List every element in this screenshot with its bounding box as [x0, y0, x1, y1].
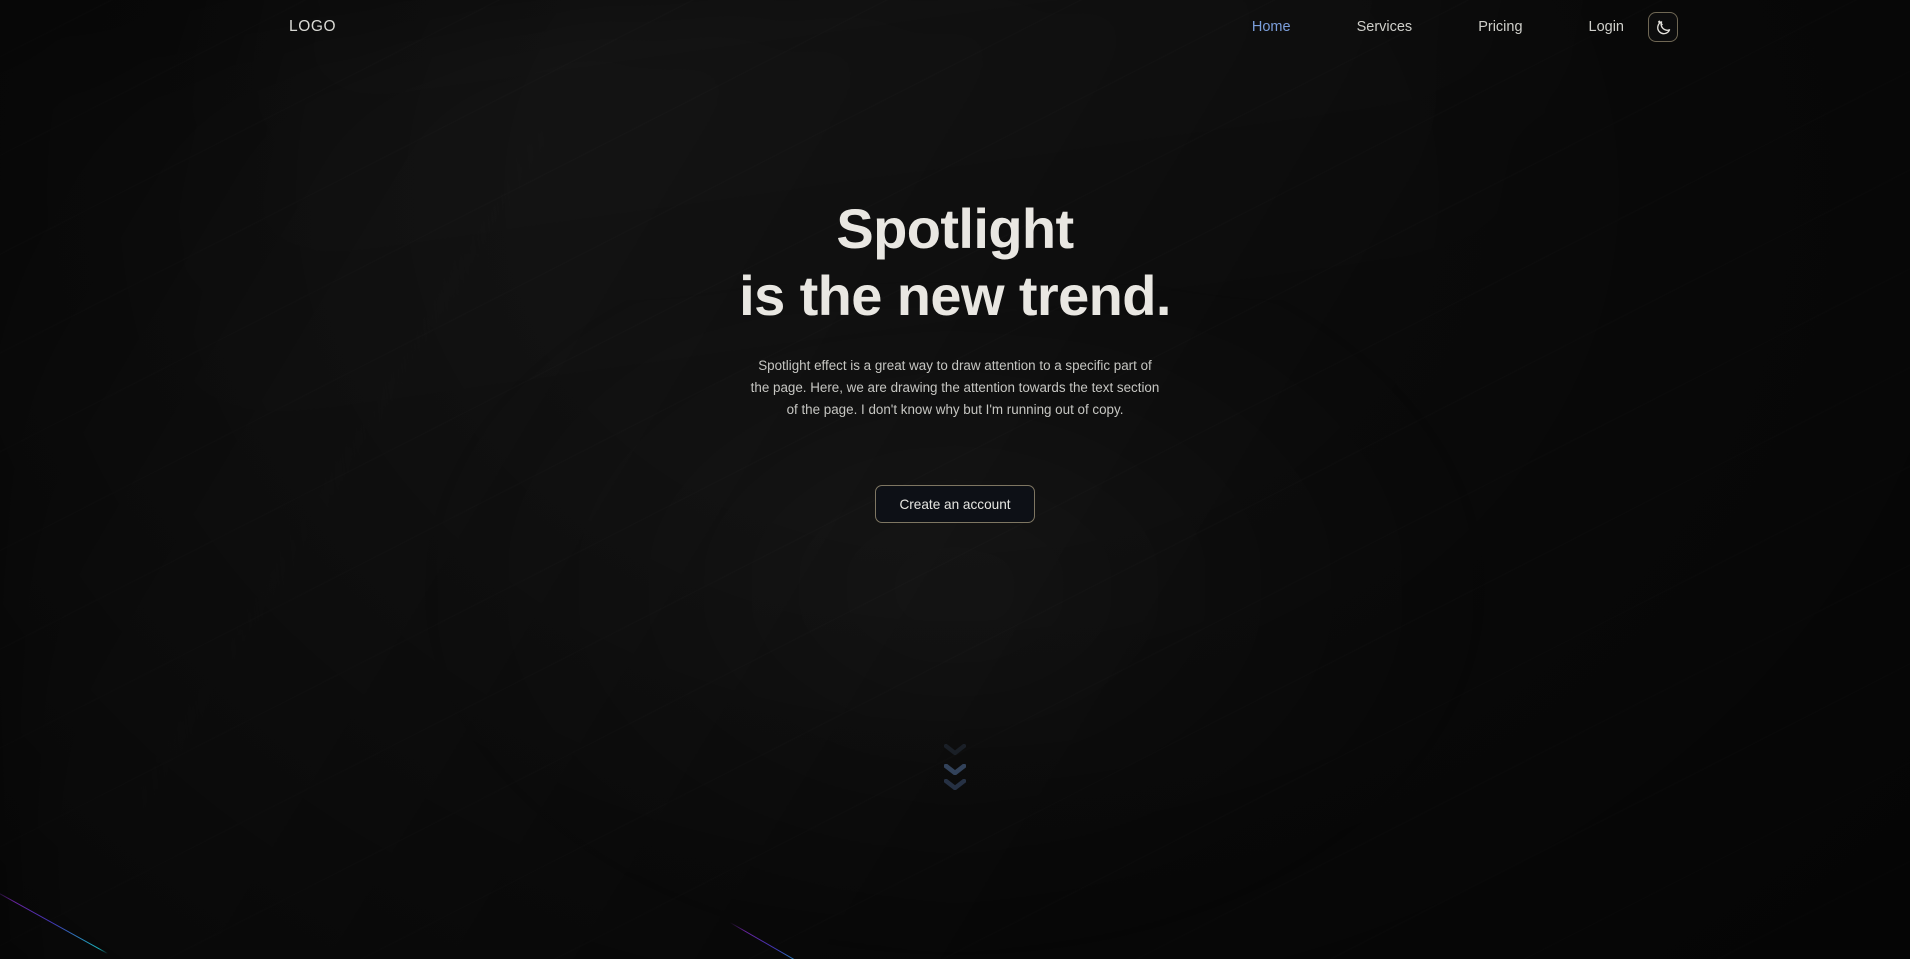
nav-link-login[interactable]: Login	[1589, 13, 1624, 41]
hero-description: Spotlight effect is a great way to draw …	[750, 358, 1160, 417]
theme-toggle-button[interactable]	[1648, 12, 1678, 42]
logo[interactable]: LOGO	[289, 18, 336, 36]
nav-links-group: Home Services Pricing Login	[1252, 12, 1678, 42]
nav-link-home[interactable]: Home	[1252, 13, 1291, 41]
page-root: LOGO Home Services Pricing Login Spotlig…	[0, 0, 1910, 959]
headline-line-1: Spotlight	[836, 197, 1074, 260]
nav-link-pricing[interactable]: Pricing	[1478, 13, 1522, 41]
top-navigation-bar: LOGO Home Services Pricing Login	[0, 0, 1910, 54]
nav-link-services[interactable]: Services	[1357, 13, 1413, 41]
chevron-down-icon-1	[943, 742, 967, 760]
hero-section: Spotlight is the new trend. Spotlight ef…	[0, 196, 1910, 524]
moon-stars-icon	[1655, 19, 1672, 36]
create-account-button[interactable]: Create an account	[875, 485, 1035, 524]
page-title: Spotlight is the new trend.	[739, 196, 1171, 329]
headline-line-2: is the new trend.	[739, 263, 1171, 327]
chevron-down-icon-3	[942, 777, 968, 795]
scroll-down-indicator[interactable]	[942, 742, 968, 795]
